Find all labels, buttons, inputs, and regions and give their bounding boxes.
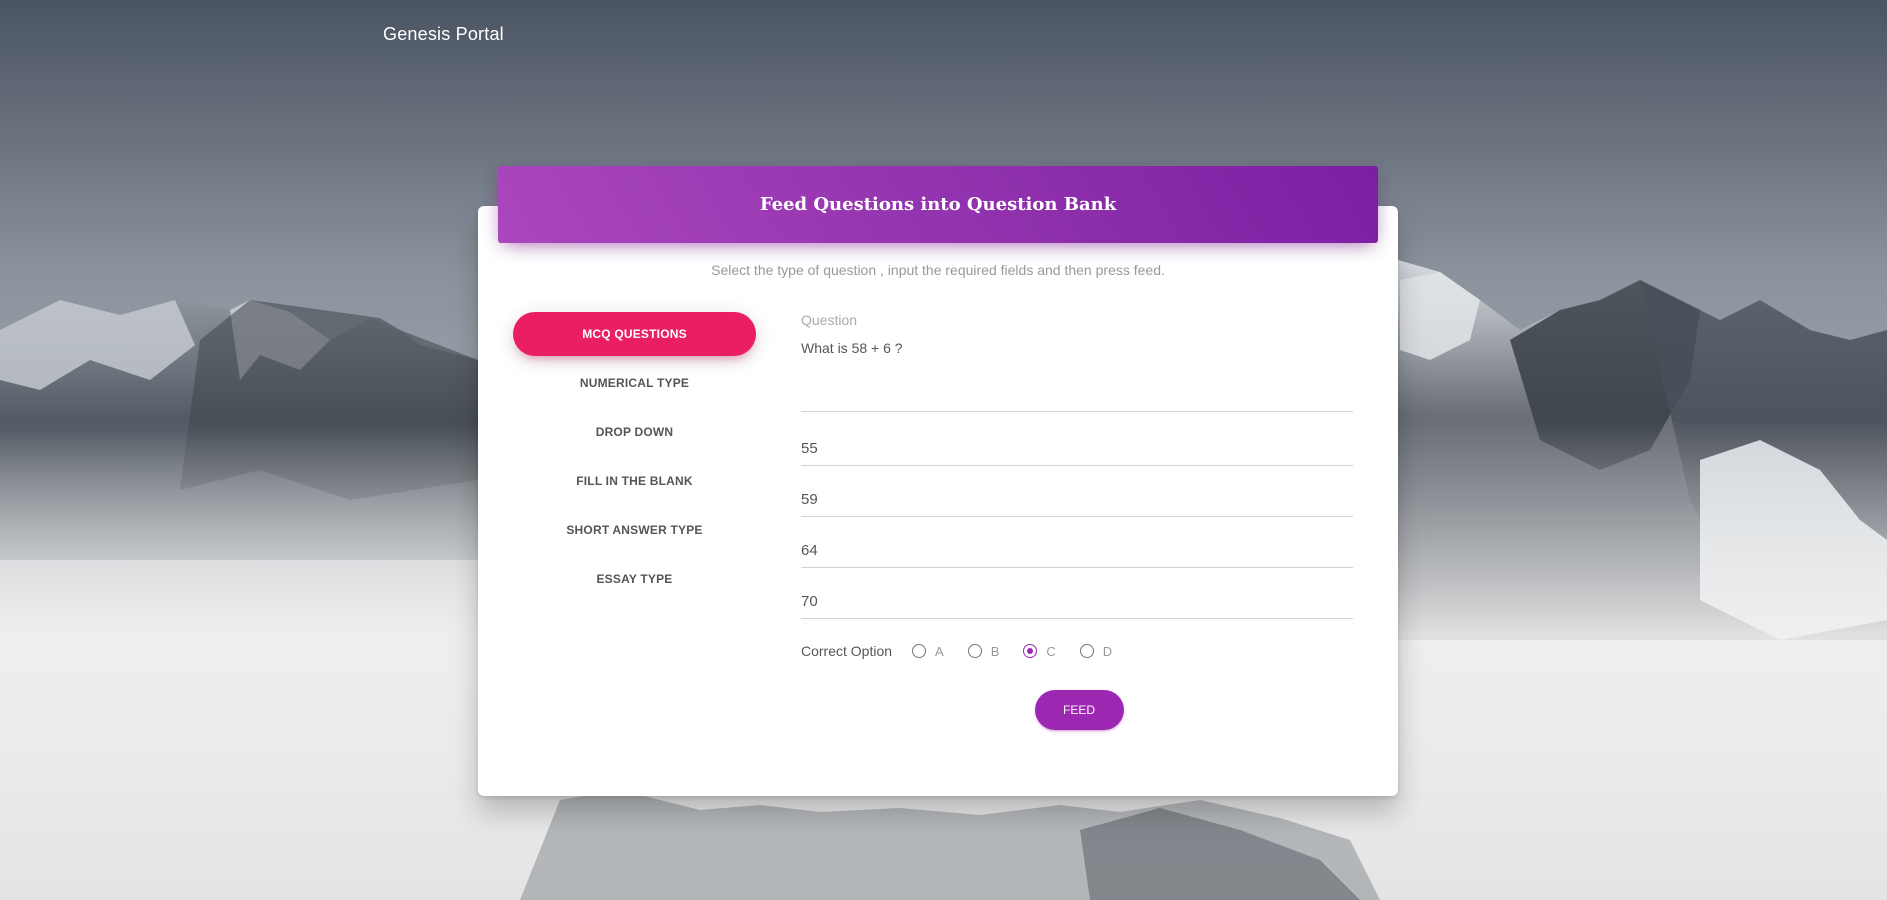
option-a-input[interactable]: [801, 436, 1353, 466]
question-textarea[interactable]: What is 58 + 6 ?: [801, 340, 1353, 412]
tab-drop-down[interactable]: DROP DOWN: [513, 410, 756, 454]
card-subtitle: Select the type of question , input the …: [711, 262, 1165, 278]
option-b-input[interactable]: [801, 487, 1353, 517]
tab-short-answer-type[interactable]: SHORT ANSWER TYPE: [513, 508, 756, 552]
radio-option-d[interactable]: D: [1079, 643, 1113, 659]
card-header: Feed Questions into Question Bank: [498, 166, 1378, 243]
feed-button[interactable]: FEED: [1034, 690, 1124, 730]
radio-letter-b: B: [990, 643, 1000, 659]
tab-fill-in-the-blank[interactable]: FILL IN THE BLANK: [513, 459, 756, 503]
question-type-tabs: MCQ QUESTIONS NUMERICAL TYPE DROP DOWN F…: [513, 312, 756, 606]
tab-numerical-type[interactable]: NUMERICAL TYPE: [513, 361, 756, 405]
option-c-input[interactable]: [801, 538, 1353, 568]
question-label: Question: [801, 312, 858, 328]
radio-circle-a[interactable]: [912, 644, 927, 658]
feed-button-wrap: FEED: [801, 690, 1353, 730]
option-d-input[interactable]: [801, 589, 1353, 619]
tab-mcq-questions[interactable]: MCQ QUESTIONS: [513, 312, 756, 356]
radio-letter-d: D: [1102, 643, 1113, 659]
radio-circle-b[interactable]: [967, 644, 982, 658]
mcq-form: Question What is 58 + 6 ? Correct Option…: [801, 312, 1353, 730]
radio-letter-a: A: [935, 643, 944, 659]
correct-option-row: Correct Option A B C D: [801, 641, 1353, 661]
correct-option-label: Correct Option: [801, 643, 893, 659]
radio-letter-c: C: [1046, 643, 1056, 659]
brand-title[interactable]: Genesis Portal: [383, 24, 504, 45]
tab-essay-type[interactable]: ESSAY TYPE: [513, 557, 756, 601]
radio-circle-c[interactable]: [1023, 644, 1038, 658]
radio-circle-d[interactable]: [1079, 644, 1094, 658]
radio-option-c[interactable]: C: [1023, 643, 1056, 659]
radio-option-b[interactable]: B: [967, 643, 1000, 659]
card-title: Feed Questions into Question Bank: [759, 194, 1117, 215]
radio-option-a[interactable]: A: [912, 644, 944, 659]
